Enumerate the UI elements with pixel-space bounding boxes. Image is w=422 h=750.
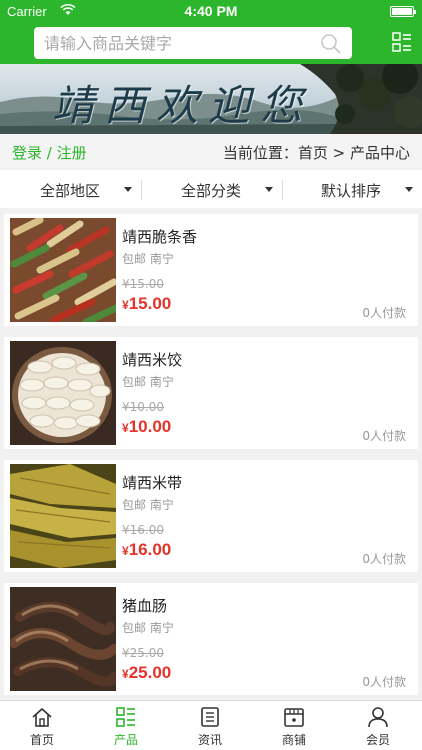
tab-label: 产品 [113, 733, 138, 747]
list-icon [116, 707, 135, 727]
product-image [10, 218, 116, 322]
login-link[interactable]: 登录 [12, 144, 42, 162]
filter-bar: 全部地区 全部分类 默认排序 [0, 170, 422, 208]
payment-count: 0人付款 [362, 675, 406, 689]
product-shipping: 包邮 南宁 [122, 375, 174, 389]
tab-home[interactable]: 首页 [0, 701, 84, 750]
product-name[interactable]: 靖西米饺 [122, 349, 182, 370]
product-card[interactable]: 靖西米饺 包邮 南宁 ¥10.00 ¥10.00 0人付款 [4, 337, 418, 449]
product-card[interactable]: 靖西脆条香 包邮 南宁 ¥15.00 ¥15.00 0人付款 [4, 214, 418, 326]
login-register-links: 登录 / 注册 [12, 142, 87, 163]
breadcrumb-bar: 登录 / 注册 当前位置：首页 > 产品中心 [0, 134, 422, 168]
product-card[interactable]: 猪血肠 包邮 南宁 ¥25.00 ¥25.00 0人付款 [4, 583, 418, 695]
search-input[interactable] [44, 27, 314, 59]
product-image [10, 464, 116, 568]
product-name[interactable]: 猪血肠 [122, 595, 167, 616]
tab-stores[interactable]: 商铺 [252, 701, 336, 750]
top-bar: Carrier 4:40 PM [0, 0, 422, 64]
status-bar: Carrier 4:40 PM [0, 0, 422, 22]
register-link[interactable]: 注册 [57, 144, 87, 162]
original-price: ¥10.00 [122, 400, 164, 414]
price-value: 25.00 [128, 663, 172, 682]
banner-title: 靖西欢迎您 [52, 81, 313, 130]
chevron-down-icon [265, 187, 273, 192]
tab-member[interactable]: 会员 [336, 701, 420, 750]
category-filter-label: 全部分类 [181, 182, 242, 200]
sort-filter[interactable]: 默认排序 [282, 170, 422, 208]
original-price: ¥16.00 [122, 523, 164, 537]
region-filter-label: 全部地区 [40, 182, 101, 200]
tab-label: 会员 [365, 733, 390, 747]
product-shipping: 包邮 南宁 [122, 252, 174, 266]
tab-news[interactable]: 资讯 [168, 701, 252, 750]
product-shipping: 包邮 南宁 [122, 621, 174, 635]
current-price: ¥16.00 [122, 540, 171, 560]
tab-label: 商铺 [281, 733, 306, 747]
currency-symbol: ¥ [122, 421, 129, 435]
category-filter[interactable]: 全部分类 [141, 170, 281, 208]
link-separator: / [42, 144, 57, 162]
original-price: ¥25.00 [122, 646, 164, 660]
payment-count: 0人付款 [362, 552, 406, 566]
chevron-down-icon [405, 187, 413, 192]
user-icon [368, 707, 388, 728]
price-value: 10.00 [128, 417, 172, 436]
currency-symbol: ¥ [122, 667, 129, 681]
breadcrumb: 当前位置：首页 > 产品中心 [222, 144, 410, 162]
news-icon [201, 707, 219, 727]
search-icon[interactable] [320, 33, 342, 55]
category-menu-icon[interactable] [392, 32, 412, 52]
tab-label: 资讯 [197, 733, 222, 747]
price-value: 16.00 [128, 540, 172, 559]
store-icon [284, 708, 304, 727]
current-price: ¥10.00 [122, 417, 171, 437]
current-price: ¥15.00 [122, 294, 171, 314]
home-icon [32, 707, 52, 727]
welcome-banner[interactable]: 靖西欢迎您 [0, 64, 422, 134]
current-price: ¥25.00 [122, 663, 171, 683]
payment-count: 0人付款 [362, 306, 406, 320]
status-time: 4:40 PM [184, 3, 238, 19]
product-card[interactable]: 靖西米带 包邮 南宁 ¥16.00 ¥16.00 0人付款 [4, 460, 418, 572]
region-filter[interactable]: 全部地区 [0, 170, 140, 208]
tab-label: 首页 [29, 733, 54, 747]
payment-count: 0人付款 [362, 429, 406, 443]
product-name[interactable]: 靖西脆条香 [122, 226, 197, 247]
bottom-tab-bar: 首页 产品 资讯 商铺 会员 [0, 700, 422, 750]
chevron-down-icon [124, 187, 132, 192]
tab-products[interactable]: 产品 [84, 701, 168, 750]
price-value: 15.00 [128, 294, 172, 313]
product-name[interactable]: 靖西米带 [122, 472, 182, 493]
sort-filter-label: 默认排序 [321, 182, 382, 200]
currency-symbol: ¥ [122, 544, 129, 558]
currency-symbol: ¥ [122, 298, 129, 312]
product-image [10, 341, 116, 445]
original-price: ¥15.00 [122, 277, 164, 291]
battery-icon [390, 6, 416, 17]
product-image [10, 587, 116, 691]
search-box[interactable] [34, 27, 352, 59]
product-shipping: 包邮 南宁 [122, 498, 174, 512]
